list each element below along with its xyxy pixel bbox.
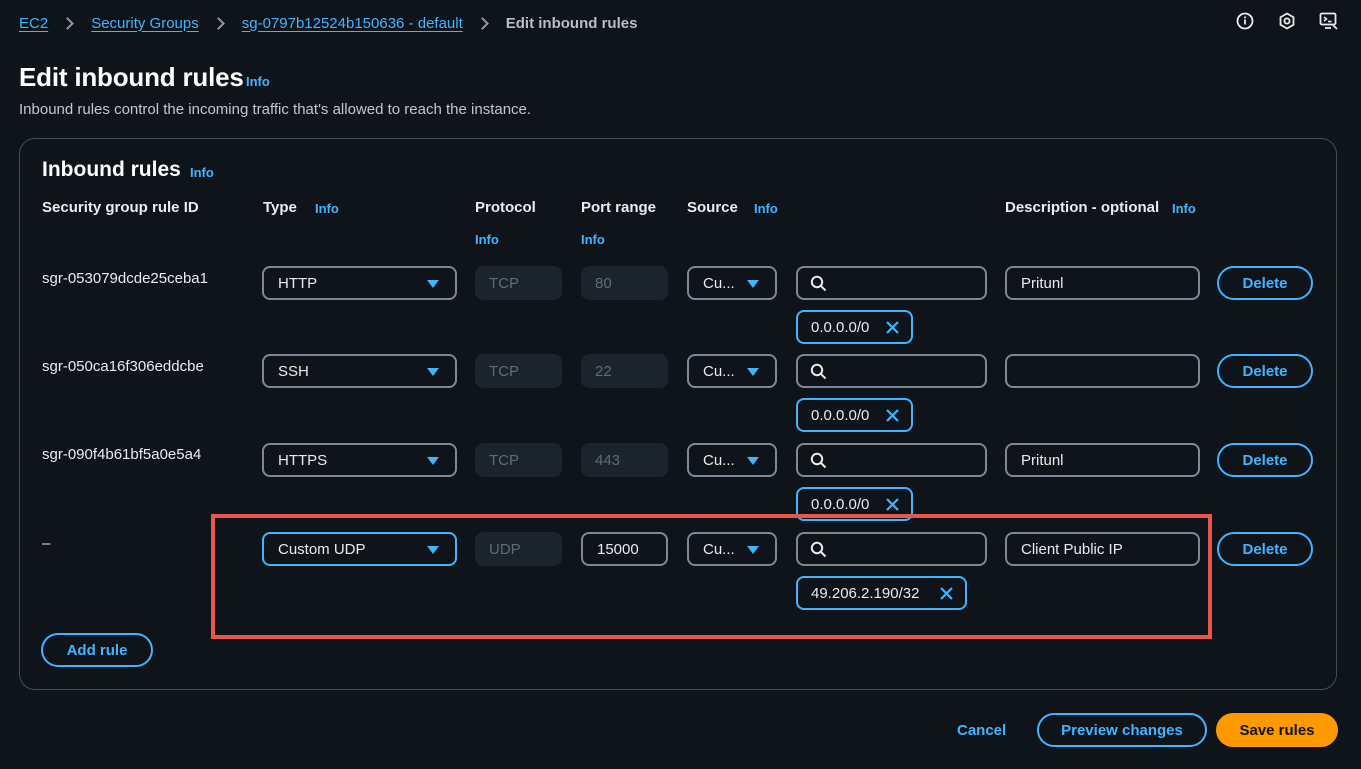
port-range-field: 443 [581, 443, 668, 477]
preview-changes-button[interactable]: Preview changes [1037, 713, 1207, 747]
breadcrumb-ec2[interactable]: EC2 [19, 15, 48, 32]
add-rule-button[interactable]: Add rule [41, 633, 153, 667]
type-select[interactable]: SSH [262, 354, 457, 388]
protocol-info-link[interactable]: Info [475, 232, 499, 247]
type-select[interactable]: HTTPS [262, 443, 457, 477]
close-icon[interactable] [885, 408, 900, 423]
section-info-link[interactable]: Info [190, 165, 214, 180]
source-select[interactable]: Cu... [687, 354, 777, 388]
source-select[interactable]: Cu... [687, 266, 777, 300]
col-header-port-range: Port range [581, 199, 657, 216]
col-header-rule-id: Security group rule ID [42, 199, 199, 216]
page-title: Edit inbound rules [19, 62, 244, 92]
cidr-token: 0.0.0.0/0 [796, 398, 913, 432]
search-icon [810, 452, 827, 469]
source-info-link[interactable]: Info [754, 201, 778, 216]
highlight-annotation [211, 514, 1212, 639]
description-input[interactable]: Pritunl [1005, 266, 1200, 300]
delete-button[interactable]: Delete [1217, 443, 1313, 477]
description-input[interactable]: Pritunl [1005, 443, 1200, 477]
cidr-search-input[interactable] [796, 443, 987, 477]
top-utility-icons [1235, 11, 1339, 31]
page-info-link[interactable]: Info [246, 74, 270, 89]
breadcrumb-security-group[interactable]: sg-0797b12524b150636 - default [242, 15, 463, 32]
source-select[interactable]: Cu... [687, 443, 777, 477]
info-circle-icon[interactable] [1235, 11, 1255, 31]
cloudshell-icon[interactable] [1319, 11, 1339, 31]
type-select-value: SSH [278, 362, 309, 380]
type-info-link[interactable]: Info [315, 201, 339, 216]
breadcrumb: EC2 Security Groups sg-0797b12524b150636… [19, 13, 637, 33]
cancel-button[interactable]: Cancel [957, 722, 1006, 739]
chevron-right-icon [61, 16, 75, 30]
breadcrumb-security-groups[interactable]: Security Groups [91, 15, 199, 32]
breadcrumb-current: Edit inbound rules [505, 14, 638, 32]
description-info-link[interactable]: Info [1172, 201, 1196, 216]
delete-button[interactable]: Delete [1217, 354, 1313, 388]
delete-button[interactable]: Delete [1217, 266, 1313, 300]
chevron-right-icon [475, 16, 489, 30]
rule-id: – [42, 535, 51, 552]
rule-id: sgr-050ca16f306eddcbe [42, 358, 204, 375]
rule-id: sgr-090f4b61bf5a0e5a4 [42, 446, 202, 463]
protocol-field: TCP [475, 266, 562, 300]
close-icon[interactable] [885, 497, 900, 512]
caret-down-icon [427, 368, 439, 376]
caret-down-icon [747, 368, 759, 376]
cidr-search-input[interactable] [796, 266, 987, 300]
cidr-search-input[interactable] [796, 354, 987, 388]
search-icon [810, 363, 827, 380]
section-title: Inbound rules [42, 158, 181, 181]
search-icon [810, 275, 827, 292]
cidr-token-label: 0.0.0.0/0 [811, 318, 870, 336]
source-select-value: Cu... [703, 362, 735, 380]
notification-icon[interactable] [1277, 11, 1297, 31]
save-rules-button[interactable]: Save rules [1216, 713, 1338, 747]
port-range-field: 22 [581, 354, 668, 388]
delete-button[interactable]: Delete [1217, 532, 1313, 566]
chevron-right-icon [211, 16, 225, 30]
caret-down-icon [747, 457, 759, 465]
col-header-description: Description - optional [1005, 199, 1160, 216]
protocol-field: TCP [475, 443, 562, 477]
source-select-value: Cu... [703, 451, 735, 469]
page-description: Inbound rules control the incoming traff… [19, 101, 532, 118]
close-icon[interactable] [885, 320, 900, 335]
port-range-field: 80 [581, 266, 668, 300]
col-header-source: Source [687, 199, 738, 216]
caret-down-icon [427, 280, 439, 288]
caret-down-icon [427, 457, 439, 465]
port-range-info-link[interactable]: Info [581, 232, 605, 247]
col-header-protocol: Protocol [475, 199, 536, 216]
cidr-token-label: 0.0.0.0/0 [811, 495, 870, 513]
cidr-token: 0.0.0.0/0 [796, 310, 913, 344]
type-select-value: HTTP [278, 274, 318, 292]
type-select-value: HTTPS [278, 451, 328, 469]
description-input[interactable] [1005, 354, 1200, 388]
type-select[interactable]: HTTP [262, 266, 457, 300]
source-select-value: Cu... [703, 274, 735, 292]
caret-down-icon [747, 280, 759, 288]
protocol-field: TCP [475, 354, 562, 388]
col-header-type: Type [263, 199, 297, 216]
rule-id: sgr-053079dcde25ceba1 [42, 270, 208, 287]
cidr-token-label: 0.0.0.0/0 [811, 406, 870, 424]
